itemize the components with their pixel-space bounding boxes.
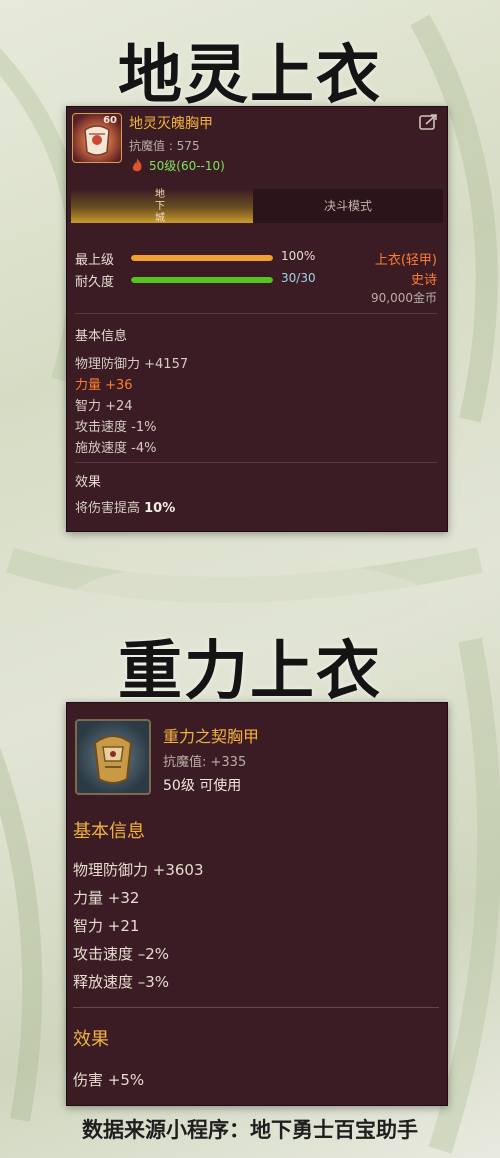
stat-row-highlight: 力量 +36 (75, 378, 133, 393)
effect-text: 伤害 +5% (73, 1071, 145, 1089)
grade-bar-fill (131, 255, 273, 261)
item-name: 重力之契胸甲 (163, 727, 260, 746)
mode-tabs: 地下城 决斗模式 (71, 189, 443, 224)
item-type: 上衣(轻甲) (374, 253, 437, 268)
item-level: 50级 可使用 (163, 778, 242, 794)
grade-value: 100% (281, 249, 316, 263)
stat-row: 物理防御力 +4157 (75, 357, 189, 372)
basic-info-heading: 基本信息 (75, 329, 128, 344)
item-level-range: 50级(60--10) (149, 159, 225, 173)
share-icon[interactable] (419, 113, 439, 131)
durability-bar-fill (131, 277, 273, 283)
item-rarity: 史诗 (410, 273, 437, 288)
tab-duel[interactable]: 决斗模式 (253, 189, 443, 223)
data-source-caption: 数据来源小程序：地下勇士百宝助手 (82, 1118, 418, 1142)
effect-heading: 效果 (75, 475, 102, 490)
chest-armor-icon[interactable]: 60 (72, 113, 122, 163)
item-price: 90,000金币 (371, 291, 437, 305)
durability-value: 30/30 (281, 271, 316, 285)
divider (75, 462, 437, 463)
stat-row: 施放速度 -4% (75, 441, 157, 456)
divider (75, 313, 437, 314)
item-name: 地灵灭魄胸甲 (129, 116, 213, 132)
item-resistance: 抗魔值 : 575 (129, 139, 200, 153)
stat-row: 智力 +24 (75, 399, 133, 414)
effect-heading: 效果 (73, 1029, 109, 1050)
item-tooltip-panel-1: 60 地灵灭魄胸甲 抗魔值 : 575 50级(60--10) 地下城 决斗模式… (66, 106, 448, 532)
effect-text: 将伤害提高 10% (75, 497, 175, 516)
item-tooltip-panel-2: 重力之契胸甲 抗魔值: +335 50级 可使用 基本信息 物理防御力 +360… (66, 702, 448, 1106)
stat-row: 智力 +21 (73, 917, 140, 935)
stat-row: 释放速度 –3% (73, 973, 170, 991)
item-resistance: 抗魔值: +335 (163, 755, 247, 770)
section2-title: 重力上衣 (118, 635, 382, 709)
tab-dungeon[interactable]: 地下城 (71, 189, 253, 224)
bar-label-grade: 最上级 (75, 253, 115, 268)
item-level-badge: 60 (103, 115, 117, 126)
stat-row: 攻击速度 -1% (75, 420, 157, 435)
effect-prefix: 将伤害提高 (75, 501, 145, 516)
tab-dungeon-label: 地下城 (155, 189, 165, 224)
basic-info-heading: 基本信息 (73, 821, 145, 842)
divider (73, 1007, 439, 1008)
bar-label-durability: 耐久度 (75, 275, 115, 290)
golden-armor-icon[interactable] (75, 719, 151, 795)
stat-row: 物理防御力 +3603 (73, 861, 204, 879)
flame-icon (129, 157, 145, 173)
section1-title: 地灵上衣 (118, 39, 382, 113)
durability-bar (131, 277, 273, 283)
effect-value: 10% (144, 501, 176, 516)
grade-bar (131, 255, 273, 261)
stat-row: 攻击速度 –2% (73, 945, 170, 963)
stat-row: 力量 +32 (73, 889, 140, 907)
